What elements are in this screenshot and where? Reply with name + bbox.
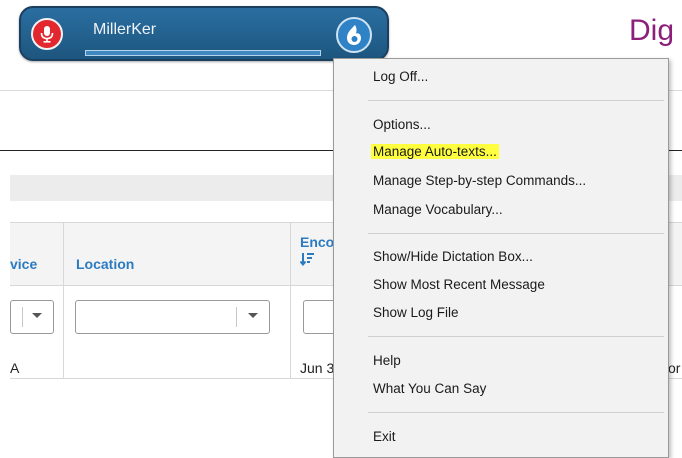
location-filter-dropdown[interactable] (75, 300, 270, 334)
menu-separator (368, 233, 664, 234)
microphone-button[interactable] (31, 18, 63, 50)
column-header-location[interactable]: Location (76, 256, 134, 272)
column-header-encounter[interactable]: Enco (300, 234, 334, 250)
menu-item-label: Manage Auto-texts... (371, 144, 499, 159)
dictation-bar[interactable]: MillerKer (19, 6, 389, 61)
audio-level-bar (85, 50, 321, 56)
dragon-menu-button[interactable] (336, 17, 372, 53)
menu-item-show-log-file[interactable]: Show Log File (373, 305, 459, 320)
menu-item-show-most-recent-message[interactable]: Show Most Recent Message (373, 277, 545, 292)
page-title: Dig (629, 14, 675, 47)
menu-item-manage-step-by-step-commands[interactable]: Manage Step-by-step Commands... (373, 173, 586, 188)
table-cell-encounter: Jun 3 (300, 360, 335, 376)
menu-item-manage-vocabulary[interactable]: Manage Vocabulary... (373, 202, 503, 217)
menu-item-exit[interactable]: Exit (373, 429, 396, 444)
menu-separator (368, 100, 664, 101)
table-cell-device: A (10, 360, 20, 376)
column-header-device[interactable]: vice (10, 256, 37, 272)
chevron-down-icon (248, 313, 258, 318)
column-separator (290, 222, 291, 378)
menu-item-show-hide-dictation-box[interactable]: Show/Hide Dictation Box... (373, 249, 533, 264)
menu-item-help[interactable]: Help (373, 353, 401, 368)
menu-item-what-you-can-say[interactable]: What You Can Say (373, 381, 486, 396)
dragon-context-menu: Log Off... Options... Manage Auto-texts.… (333, 58, 669, 458)
user-name: MillerKer (93, 21, 157, 38)
device-filter-dropdown[interactable] (10, 300, 54, 334)
chevron-down-icon (32, 313, 42, 318)
menu-separator (368, 336, 664, 337)
menu-separator (368, 412, 664, 413)
menu-item-manage-auto-texts[interactable]: Manage Auto-texts... (371, 144, 499, 159)
table-cell-trailing: or (668, 360, 681, 376)
menu-item-options[interactable]: Options... (373, 117, 431, 132)
column-separator (63, 222, 64, 378)
menu-item-log-off[interactable]: Log Off... (373, 69, 428, 84)
sort-descending-icon[interactable] (299, 252, 314, 271)
